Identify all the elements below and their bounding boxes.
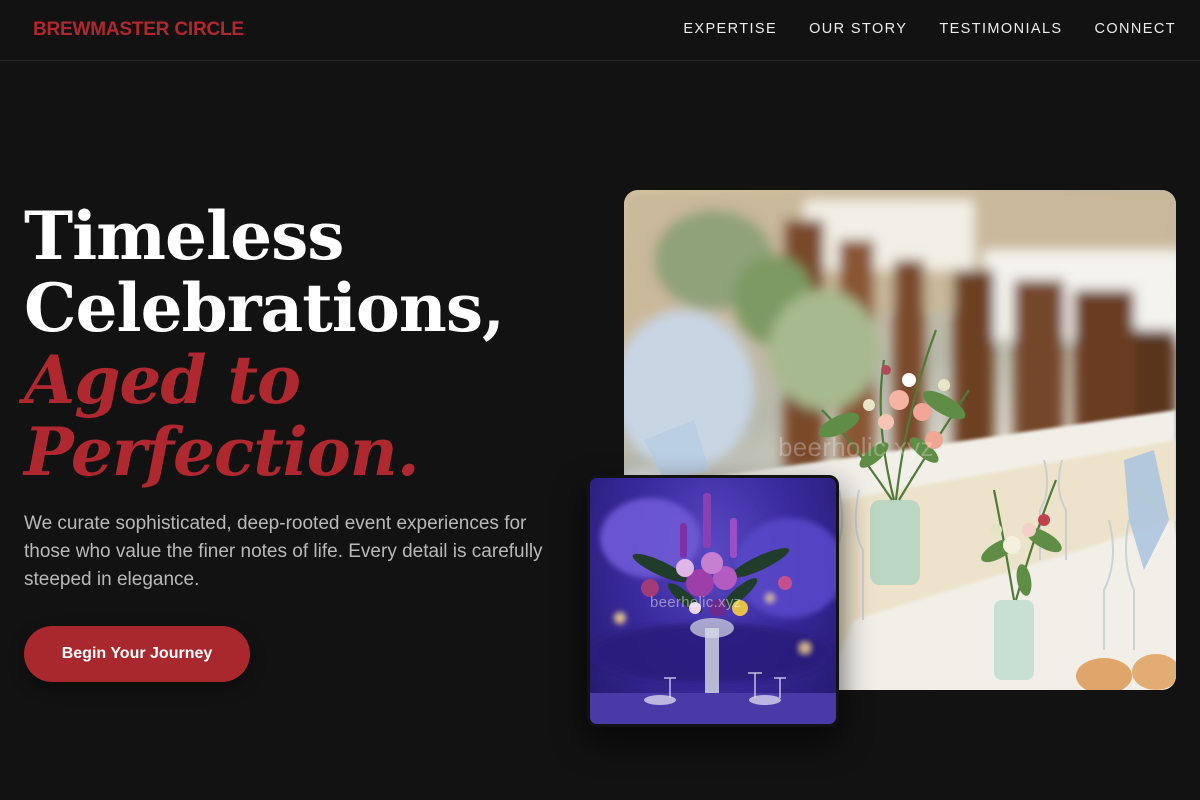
nav-item-our-story[interactable]: OUR STORY [809, 21, 907, 37]
main-nav: EXPERTISE OUR STORY TESTIMONIALS CONNECT [683, 21, 1176, 37]
nav-item-testimonials[interactable]: TESTIMONIALS [939, 21, 1062, 37]
hero-title-line-2: Celebrations, [24, 269, 505, 347]
top-navbar: BREWMASTER CIRCLE EXPERTISE OUR STORY TE… [0, 0, 1200, 61]
hero-description: We curate sophisticated, deep-rooted eve… [24, 513, 543, 590]
hero-title-accent-2: Perfection. [24, 413, 420, 491]
hero-title: Timeless Celebrations, Aged to Perfectio… [24, 200, 584, 488]
brand-logo[interactable]: BREWMASTER CIRCLE [33, 19, 244, 41]
watermark-inset: beerholic.xyz [650, 594, 742, 611]
nav-item-expertise[interactable]: EXPERTISE [683, 21, 777, 37]
hero-title-accent-1: Aged to [24, 341, 301, 419]
nav-item-connect[interactable]: CONNECT [1095, 21, 1177, 37]
begin-journey-button[interactable]: Begin Your Journey [24, 626, 250, 682]
watermark-main: beerholic.xyz [778, 432, 934, 462]
hero-title-line-1: Timeless [24, 197, 344, 275]
